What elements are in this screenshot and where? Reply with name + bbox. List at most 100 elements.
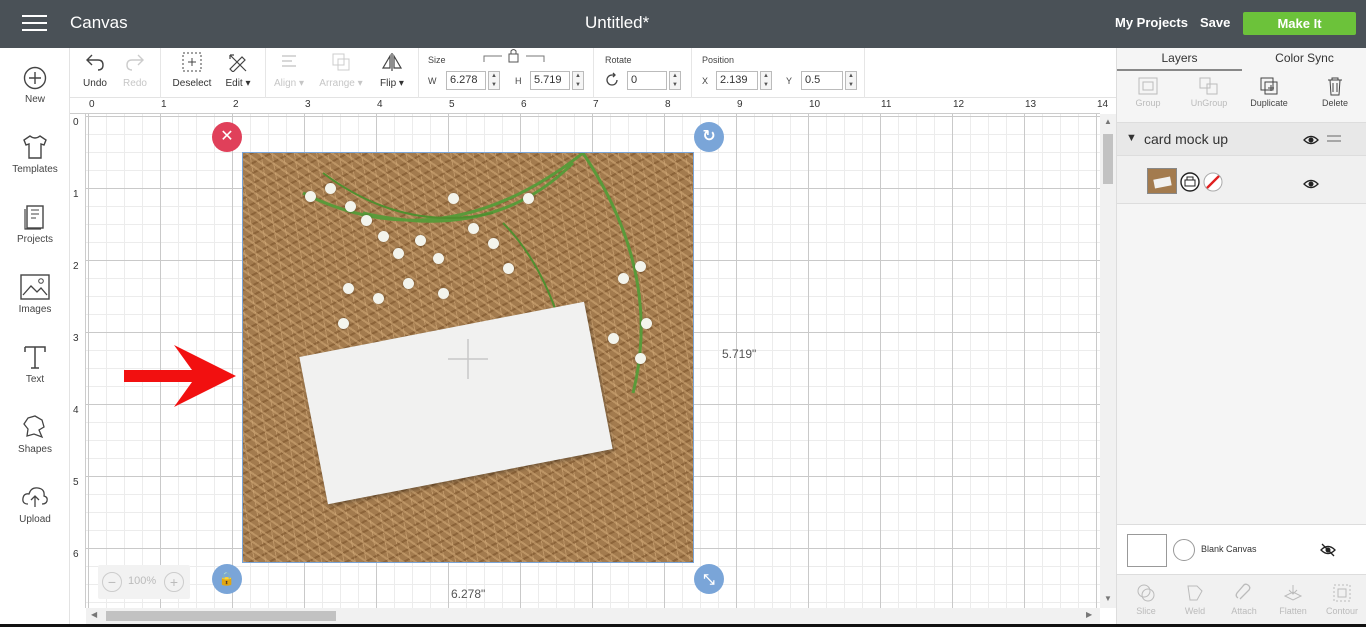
- top-bar: Canvas Untitled* My Projects Save Make I…: [0, 0, 1366, 48]
- left-ruler: 0 1 2 3 4 5 6: [70, 114, 86, 608]
- duplicate-button[interactable]: Duplicate: [1240, 76, 1298, 108]
- scroll-down-icon[interactable]: ▼: [1104, 594, 1112, 603]
- resize-handle-icon[interactable]: ⤡: [694, 564, 724, 594]
- card-mockup-image[interactable]: [242, 152, 694, 563]
- toolbar-divider: [265, 48, 266, 98]
- scroll-right-icon[interactable]: ▶: [1086, 610, 1092, 619]
- document-title[interactable]: Untitled*: [585, 13, 649, 33]
- x-position-stepper[interactable]: ▲ ▼: [760, 71, 772, 90]
- lock-handle-icon[interactable]: 🔒: [212, 564, 242, 594]
- x-label: X: [702, 76, 709, 86]
- horizontal-scroll-thumb[interactable]: [106, 611, 336, 621]
- sidebar-item-upload[interactable]: Upload: [0, 484, 70, 525]
- align-dropdown[interactable]: Align ▾: [270, 52, 308, 89]
- ruler-tick: 10: [809, 99, 821, 110]
- delete-label: Delete: [1321, 98, 1348, 108]
- rotate-input[interactable]: 0: [627, 71, 667, 90]
- rotate-stepper[interactable]: ▲ ▼: [669, 71, 681, 90]
- blank-canvas-swatch[interactable]: [1127, 534, 1167, 567]
- flower-blossom: [438, 288, 449, 299]
- slice-button[interactable]: Slice: [1121, 583, 1171, 616]
- hamburger-menu-icon[interactable]: [22, 15, 47, 33]
- rotate-icon: [606, 72, 618, 86]
- delete-handle-icon[interactable]: ✕: [212, 122, 242, 152]
- visibility-eye-icon[interactable]: [1303, 134, 1319, 146]
- x-position-input[interactable]: 2.139: [716, 71, 758, 90]
- flower-blossom: [503, 263, 514, 274]
- scroll-left-icon[interactable]: ◀: [91, 610, 97, 619]
- y-position-stepper[interactable]: ▲ ▼: [845, 71, 857, 90]
- canvas-color-circle[interactable]: [1173, 539, 1195, 561]
- ruler-tick: 1: [161, 99, 167, 110]
- trash-icon: [1328, 77, 1342, 96]
- sidebar-item-shapes[interactable]: Shapes: [0, 414, 70, 455]
- sidebar-item-projects[interactable]: Projects: [0, 204, 70, 245]
- collapse-caret-icon[interactable]: ▼: [1126, 132, 1137, 144]
- align-label: Align: [273, 78, 297, 89]
- ruler-tick: 12: [953, 99, 965, 110]
- position-label: Position: [702, 55, 735, 65]
- lock-aspect-icon[interactable]: [482, 48, 546, 64]
- my-projects-link[interactable]: My Projects: [1115, 15, 1188, 30]
- width-input[interactable]: 6.278: [446, 71, 486, 90]
- flatten-button[interactable]: Flatten: [1268, 583, 1318, 616]
- vertical-scrollbar[interactable]: ▲ ▼: [1100, 114, 1116, 608]
- visibility-eye-icon[interactable]: [1303, 178, 1319, 190]
- y-label: Y: [786, 76, 793, 86]
- toolbar-divider: [418, 48, 419, 98]
- blank-canvas-label: Blank Canvas: [1201, 544, 1257, 554]
- undo-button[interactable]: Undo: [78, 52, 112, 89]
- ruler-tick: 2: [73, 261, 79, 272]
- layer-group-row[interactable]: ▼ card mock up: [1117, 122, 1366, 156]
- layer-item-row[interactable]: [1117, 156, 1366, 204]
- save-link[interactable]: Save: [1200, 15, 1230, 30]
- flip-dropdown[interactable]: Flip ▾: [376, 52, 408, 89]
- arrange-dropdown[interactable]: Arrange ▾: [316, 52, 366, 89]
- hidden-eye-icon[interactable]: [1320, 543, 1336, 557]
- height-input[interactable]: 5.719: [530, 71, 570, 90]
- ruler-tick: 3: [305, 99, 311, 110]
- zoom-level: 100%: [128, 575, 157, 587]
- undo-label: Undo: [83, 78, 107, 89]
- attach-button[interactable]: Attach: [1219, 583, 1269, 616]
- sidebar-item-templates[interactable]: Templates: [0, 134, 70, 175]
- sidebar-item-images[interactable]: Images: [0, 274, 70, 315]
- deselect-label: Deselect: [172, 78, 212, 89]
- rotate-handle-icon[interactable]: ↻: [694, 122, 724, 152]
- deselect-button[interactable]: Deselect: [170, 52, 214, 89]
- height-stepper[interactable]: ▲ ▼: [572, 71, 584, 90]
- flower-blossom: [415, 235, 426, 246]
- ruler-tick: 3: [73, 333, 79, 344]
- edit-dropdown[interactable]: Edit ▾: [220, 52, 256, 89]
- tab-layers[interactable]: Layers: [1117, 51, 1242, 71]
- sidebar-item-text[interactable]: Text: [0, 344, 70, 385]
- ungroup-button[interactable]: UnGroup: [1180, 76, 1238, 108]
- edit-toolbar: Undo Redo Deselect Edit ▾ Align ▾ Arrang…: [70, 48, 1116, 98]
- contour-button[interactable]: Contour: [1317, 583, 1366, 616]
- flower-blossom: [378, 231, 389, 242]
- make-it-button[interactable]: Make It: [1243, 12, 1356, 35]
- horizontal-scrollbar[interactable]: ◀ ▶: [86, 608, 1100, 624]
- zoom-in-button[interactable]: +: [164, 572, 184, 592]
- toolbar-divider: [593, 48, 594, 98]
- layers-panel: Layers Color Sync Group UnGroup Duplicat…: [1116, 48, 1366, 627]
- zoom-out-button[interactable]: −: [102, 572, 122, 592]
- group-label: Group: [1135, 98, 1161, 108]
- width-stepper[interactable]: ▲ ▼: [488, 71, 500, 90]
- no-fill-swatch-icon[interactable]: [1203, 172, 1223, 192]
- y-position-input[interactable]: 0.5: [801, 71, 843, 90]
- ruler-tick: 7: [593, 99, 599, 110]
- tab-color-sync[interactable]: Color Sync: [1242, 51, 1366, 69]
- group-button[interactable]: Group: [1119, 76, 1177, 108]
- weld-button[interactable]: Weld: [1170, 583, 1220, 616]
- drag-handle-icon[interactable]: [1327, 135, 1341, 143]
- blank-canvas-row[interactable]: Blank Canvas: [1117, 524, 1366, 574]
- flower-blossom: [403, 278, 414, 289]
- layer-group-name: card mock up: [1144, 131, 1229, 147]
- delete-button[interactable]: Delete: [1306, 76, 1364, 108]
- vertical-scroll-thumb[interactable]: [1103, 134, 1113, 184]
- scroll-up-icon[interactable]: ▲: [1104, 117, 1112, 126]
- redo-button[interactable]: Redo: [118, 52, 152, 89]
- sidebar-item-new[interactable]: New: [0, 66, 70, 105]
- ruler-tick: 1: [73, 189, 79, 200]
